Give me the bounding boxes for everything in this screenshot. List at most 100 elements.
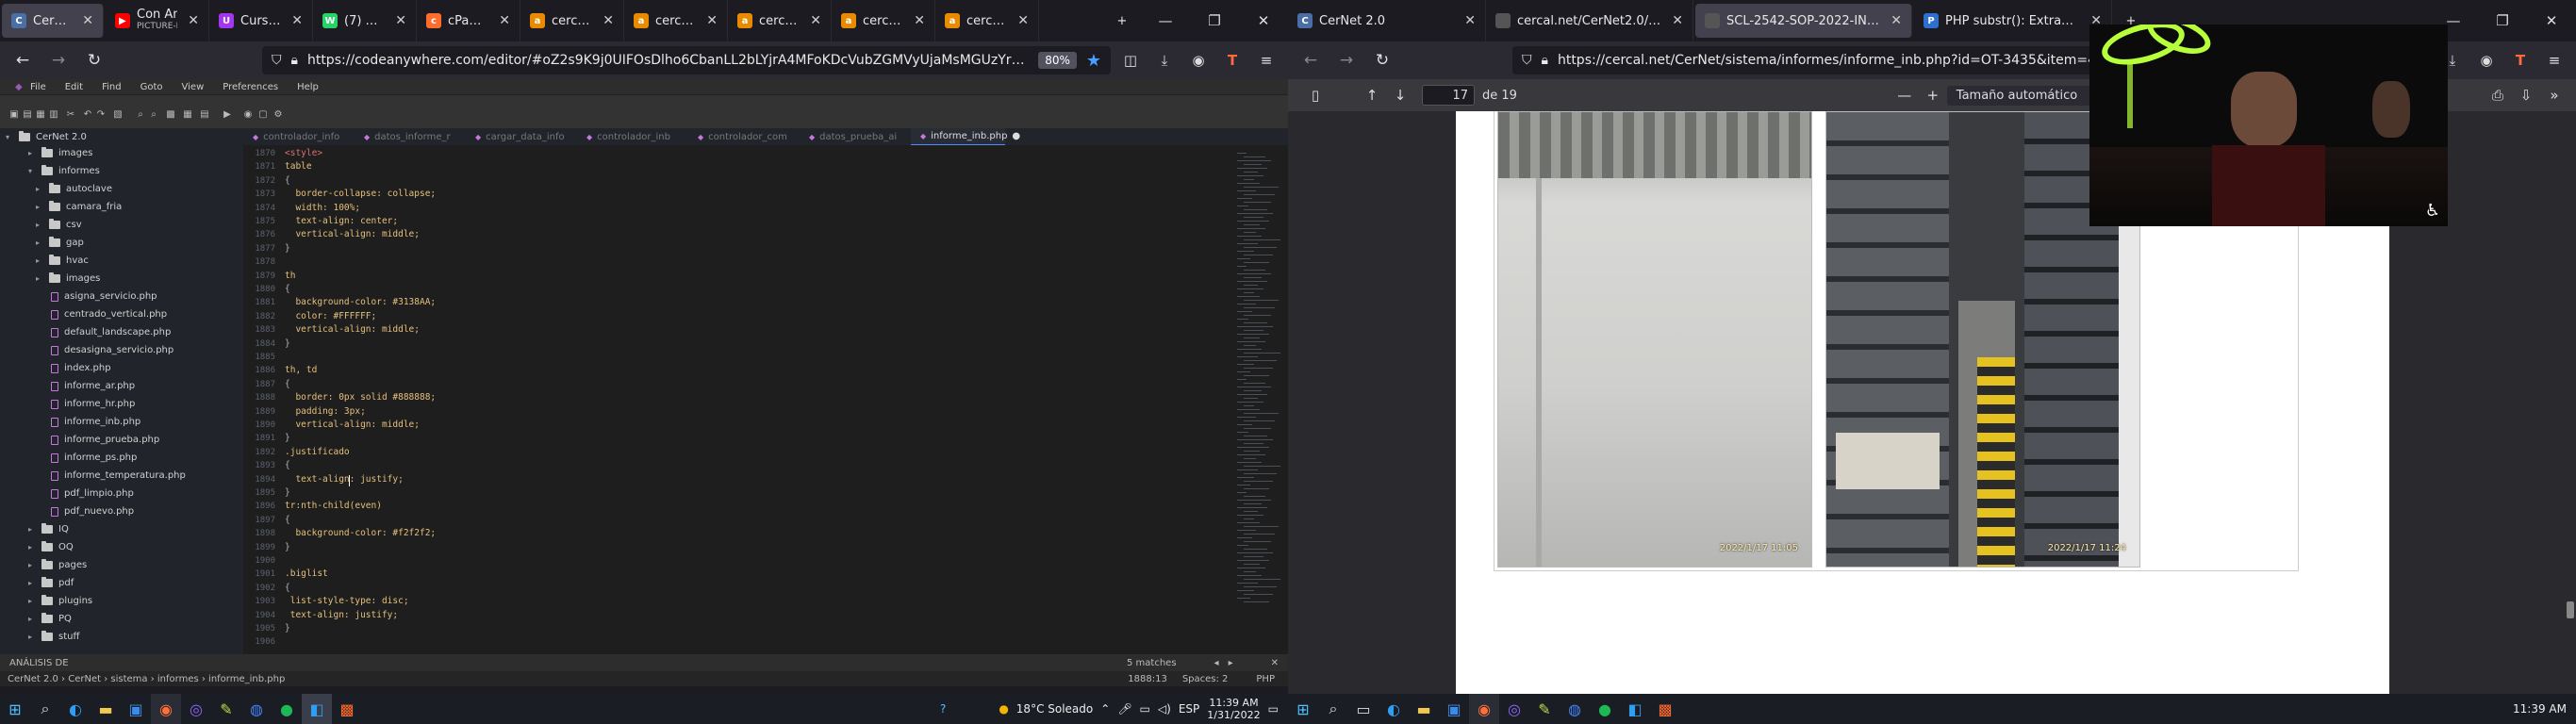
back-icon[interactable]: ← <box>1296 46 1326 74</box>
close-tab-icon[interactable]: ✕ <box>291 13 303 28</box>
browser-tab[interactable]: ▶ Con Ánimo d...PICTURE-IN-PICT... ✕ <box>106 0 209 41</box>
browser-icon[interactable]: ◎ <box>181 694 211 724</box>
fold-icon[interactable]: ▩ <box>164 108 177 121</box>
bookmark-star-icon[interactable]: ★ <box>1086 51 1101 71</box>
account-icon[interactable]: ◉ <box>1184 46 1213 74</box>
edge-icon[interactable]: ◐ <box>1379 694 1409 724</box>
browser-tab[interactable]: a cercal.net / lo... ✕ <box>935 0 1039 41</box>
page-number-input[interactable]: 17 <box>1422 85 1475 106</box>
scrollbar[interactable] <box>2565 111 2576 694</box>
close-window-icon[interactable]: ✕ <box>1239 12 1288 29</box>
zoom-in-icon[interactable]: + <box>1919 81 1947 109</box>
notification-icon[interactable]: ▭ <box>1268 702 1279 716</box>
forward-icon[interactable]: → <box>1331 46 1362 74</box>
record-icon[interactable]: ◉ <box>241 108 255 121</box>
folder-item[interactable]: ▸ images <box>28 144 92 162</box>
clock[interactable]: 11:39 AM 1/31/2022 <box>1207 697 1260 721</box>
windows-start-icon[interactable]: ⊞ <box>1288 694 1318 724</box>
firefox-icon[interactable]: ◉ <box>1469 694 1499 724</box>
folder-item[interactable]: ▸ camara_fria <box>36 198 122 216</box>
browser-tab[interactable]: a cercal.net / lo... ✕ <box>832 0 935 41</box>
editor-tab[interactable]: ◆ controlador_com <box>688 128 800 145</box>
menu-icon[interactable]: ≡ <box>2540 46 2568 74</box>
folder-item[interactable]: ▸ images <box>36 270 100 288</box>
zoom-badge[interactable]: 80% <box>1038 52 1077 69</box>
print-icon[interactable]: ⎙ <box>2484 81 2512 109</box>
close-tab-icon[interactable]: ● <box>1012 131 1020 141</box>
menu-icon[interactable]: ≡ <box>1252 46 1280 74</box>
clock[interactable]: 11:39 AM <box>2513 702 2567 716</box>
close-tab-icon[interactable]: ✕ <box>82 13 93 28</box>
zoom-out-icon[interactable]: — <box>1891 81 1919 109</box>
extension-t-icon[interactable]: T <box>1218 46 1247 74</box>
back-icon[interactable]: ← <box>8 46 38 74</box>
edge-icon[interactable]: ◐ <box>60 694 91 724</box>
find-icon[interactable]: ⌕ <box>134 108 147 121</box>
status-language[interactable]: PHP <box>1256 674 1275 684</box>
menu-item-help[interactable]: Help <box>288 82 328 92</box>
browser-tab[interactable]: cercal.net/CerNet2.0/templates/ma... ✕ <box>1486 0 1693 41</box>
tools-menu-icon[interactable]: » <box>2540 81 2568 109</box>
browser-tab[interactable]: c cPanel - Prin... ✕ <box>417 0 520 41</box>
close-tab-icon[interactable]: ✕ <box>1891 13 1902 28</box>
minimap[interactable] <box>1233 145 1288 654</box>
menu-item-goto[interactable]: Goto <box>131 82 173 92</box>
find-prev-icon[interactable]: ◂ <box>1214 658 1219 668</box>
tray-chevron-icon[interactable]: ⌃ <box>1100 702 1110 716</box>
open-file-icon[interactable]: ▤ <box>21 108 34 121</box>
file-item[interactable]: informe_temperatura.php <box>51 467 186 485</box>
browser-tab[interactable]: a cercal.net / lo... ✕ <box>520 0 624 41</box>
editor-tab[interactable]: ◆ datos_prueba_ai <box>800 128 911 145</box>
accessibility-icon[interactable]: ♿︎ <box>2425 201 2440 221</box>
close-tab-icon[interactable]: ✕ <box>706 13 718 28</box>
code-editor[interactable]: 1870 1871 1872 1873 1874 1875 1876 1877 1878 1879… <box>243 145 1233 654</box>
file-item[interactable]: informe_prueba.php <box>51 431 159 449</box>
search-icon[interactable]: ⌕ <box>1318 694 1348 724</box>
spotify-icon[interactable]: ● <box>272 694 302 724</box>
folder-item[interactable]: ▸ OQ <box>28 538 74 556</box>
help-icon[interactable]: ? <box>940 702 946 716</box>
editor-tab[interactable]: ◆ cargar_data_info <box>466 128 577 145</box>
scale-select[interactable]: Tamaño automático ⌄ <box>1946 85 2111 106</box>
picture-in-picture-video[interactable]: ♿︎ <box>2089 25 2448 226</box>
close-tab-icon[interactable]: ✕ <box>603 13 614 28</box>
file-item[interactable]: informe_hr.php <box>51 395 135 413</box>
folder-item[interactable]: ▾ informes <box>28 162 100 180</box>
file-item[interactable]: desasigna_servicio.php <box>51 341 173 359</box>
new-file-icon[interactable]: ▣ <box>8 108 21 121</box>
paste-icon[interactable]: ▧ <box>111 108 124 121</box>
close-tab-icon[interactable]: ✕ <box>1017 13 1029 28</box>
network-icon[interactable]: ▭ <box>1140 702 1150 716</box>
close-tab-icon[interactable]: ✕ <box>188 13 199 28</box>
status-spaces[interactable]: Spaces: 2 <box>1182 674 1229 684</box>
browser-tab[interactable]: C CerNet 2.0 ✕ <box>2 4 104 38</box>
folder-item[interactable]: ▸ hvac <box>36 252 89 270</box>
file-item[interactable]: informe_ps.php <box>51 449 137 467</box>
folder-item[interactable]: ▸ autoclave <box>36 180 112 198</box>
browser-icon[interactable]: ◎ <box>1499 694 1529 724</box>
save-icon[interactable]: ▦ <box>34 108 47 121</box>
close-tab-icon[interactable]: ✕ <box>810 13 821 28</box>
file-item[interactable]: centrado_vertical.php <box>51 305 167 323</box>
file-item[interactable]: informe_inb.php <box>51 413 140 431</box>
weather-text[interactable]: 18°C Soleado <box>1016 702 1093 716</box>
file-item[interactable]: asigna_servicio.php <box>51 288 157 305</box>
store-icon[interactable]: ▣ <box>1439 694 1469 724</box>
close-window-icon[interactable]: ✕ <box>2527 12 2576 29</box>
folder-item[interactable]: ▸ plugins <box>28 592 92 610</box>
menu-item-edit[interactable]: Edit <box>56 82 92 92</box>
vscode-icon[interactable]: ◧ <box>302 694 332 724</box>
indent-icon[interactable]: ▦ <box>181 108 194 121</box>
file-explorer-icon[interactable]: ▬ <box>1409 694 1439 724</box>
replace-icon[interactable]: ⌕ <box>147 108 160 121</box>
file-explorer-icon[interactable]: ▬ <box>91 694 121 724</box>
spotify-icon[interactable]: ● <box>1590 694 1620 724</box>
volume-icon[interactable]: ◁) <box>1158 702 1171 716</box>
app-icon[interactable]: ✎ <box>1529 694 1560 724</box>
xampp-icon[interactable]: ▩ <box>1650 694 1680 724</box>
account-icon[interactable]: ◉ <box>2472 46 2501 74</box>
pocket-icon[interactable]: ◫ <box>1116 46 1145 74</box>
redo-icon[interactable]: ↷ <box>94 108 107 121</box>
browser-tab[interactable]: PPHP substr(): Extraer subcadena...✕ <box>1914 0 2112 41</box>
extension-t-icon[interactable]: T <box>2506 46 2535 74</box>
